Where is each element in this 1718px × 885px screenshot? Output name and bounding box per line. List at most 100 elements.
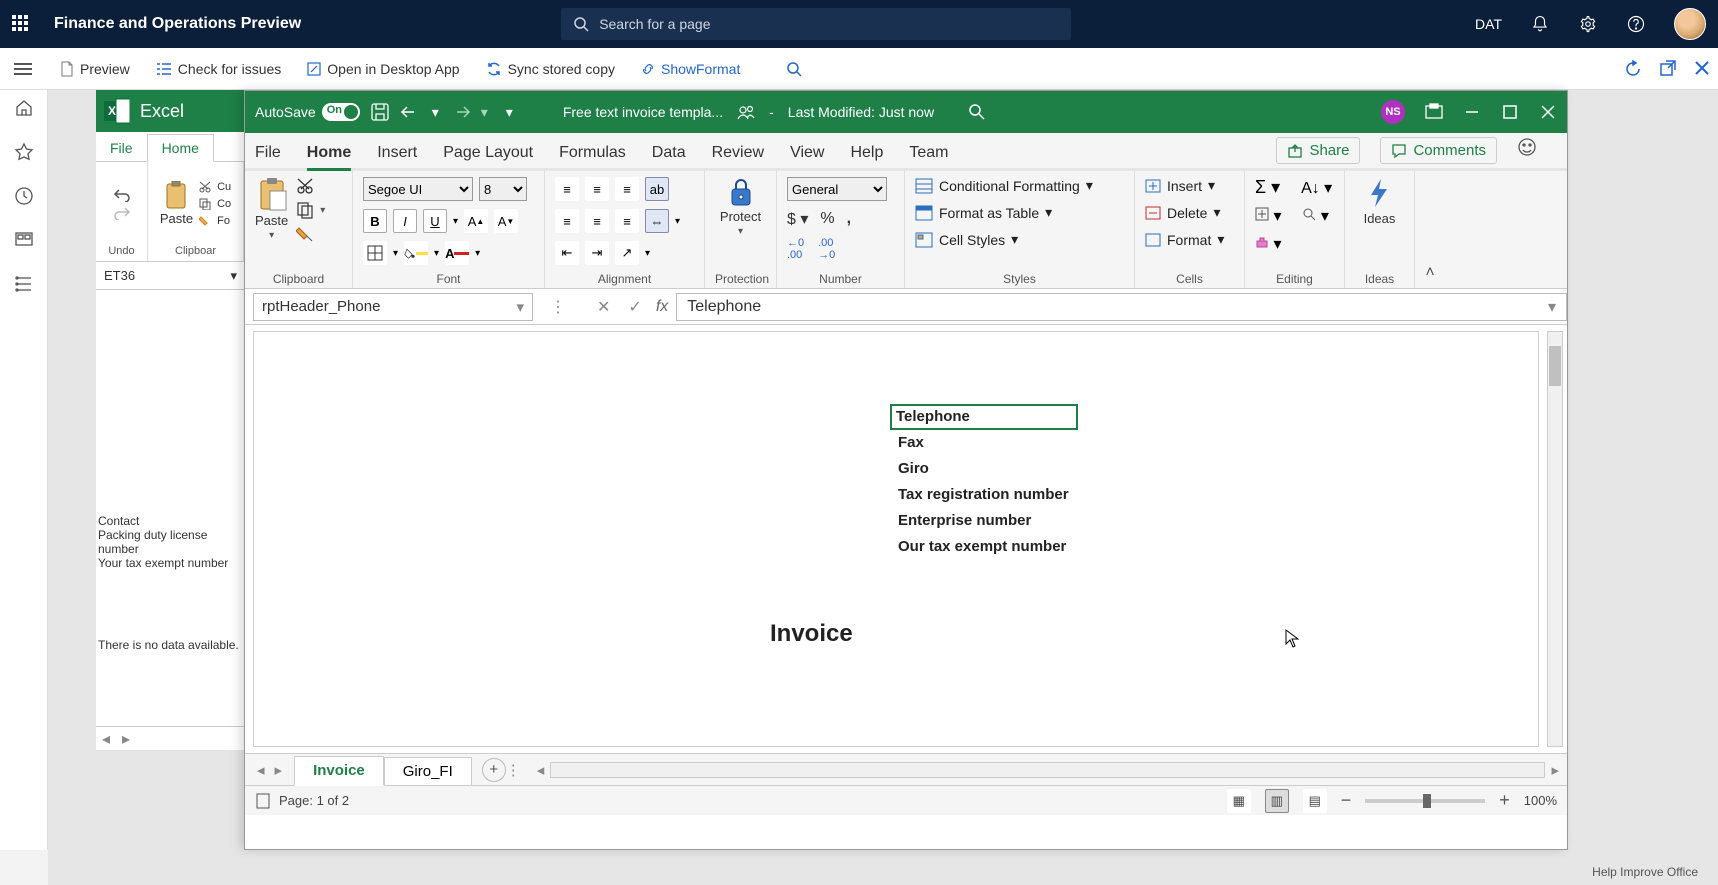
- percent-button[interactable]: %: [820, 210, 834, 228]
- clear-button[interactable]: ▾: [1255, 234, 1281, 254]
- sheet-next-icon[interactable]: ▸: [275, 761, 283, 779]
- protect-button[interactable]: Protect ▾: [720, 177, 761, 237]
- global-search-input[interactable]: Search for a page: [561, 8, 1071, 40]
- underline-button[interactable]: U: [423, 209, 447, 233]
- formula-input[interactable]: Telephone ▾: [676, 293, 1567, 321]
- cell-our-exempt[interactable]: Our tax exempt number: [894, 536, 1070, 557]
- sheet-tab-girofi[interactable]: Giro_FI: [384, 757, 472, 785]
- close-button[interactable]: [1539, 103, 1557, 121]
- font-color-button[interactable]: A: [445, 241, 469, 265]
- insert-cells-button[interactable]: Insert ▾: [1145, 177, 1215, 194]
- format-painter-web-button[interactable]: Fo: [199, 215, 231, 227]
- chevron-down-icon[interactable]: ▾: [1548, 297, 1556, 317]
- sheet-prev-icon[interactable]: ◂: [257, 761, 265, 779]
- align-top-button[interactable]: ≡: [555, 177, 579, 201]
- user-badge[interactable]: NS: [1381, 100, 1405, 124]
- titlebar-search-icon[interactable]: [968, 103, 986, 121]
- zoom-value[interactable]: 100%: [1524, 793, 1557, 808]
- font-size-select[interactable]: 8: [479, 177, 527, 201]
- cut-web-button[interactable]: Cu: [199, 181, 231, 193]
- home-icon[interactable]: [14, 98, 34, 118]
- view-normal-icon[interactable]: ▦: [1227, 789, 1251, 813]
- close-icon[interactable]: [1694, 60, 1710, 76]
- comma-button[interactable]: ,: [847, 210, 851, 228]
- qat-dropdown-icon[interactable]: ▾: [506, 104, 513, 121]
- tab-insert[interactable]: Insert: [377, 144, 417, 168]
- more-icon[interactable]: ⋮: [550, 297, 566, 317]
- find-button[interactable]: ▾: [1302, 206, 1328, 226]
- modules-icon[interactable]: [14, 274, 34, 294]
- nav-menu-icon[interactable]: [14, 63, 32, 75]
- collapse-ribbon-icon[interactable]: ˄: [1425, 264, 1434, 282]
- sheet-tab-invoice[interactable]: Invoice: [294, 756, 384, 786]
- cell-invoice-title[interactable]: Invoice: [766, 618, 857, 650]
- search-small-icon[interactable]: [786, 61, 802, 77]
- check-issues-button[interactable]: Check for issues: [156, 61, 281, 77]
- fill-color-button[interactable]: [404, 241, 428, 265]
- decrease-font-button[interactable]: A▼: [494, 209, 518, 233]
- tab-data[interactable]: Data: [652, 144, 686, 168]
- paste-web-button[interactable]: Paste: [160, 181, 193, 226]
- user-avatar[interactable]: [1674, 8, 1706, 40]
- tab-review[interactable]: Review: [712, 144, 764, 168]
- add-sheet-button[interactable]: +: [482, 758, 506, 782]
- number-format-select[interactable]: General: [787, 177, 887, 201]
- accept-formula-icon[interactable]: ✓: [628, 297, 641, 317]
- zoom-out-button[interactable]: −: [1341, 790, 1352, 811]
- format-as-table-button[interactable]: Format as Table ▾: [915, 204, 1052, 221]
- cell-fax[interactable]: Fax: [894, 432, 928, 453]
- cell-telephone[interactable]: Telephone: [890, 404, 1078, 430]
- cut-icon[interactable]: [296, 177, 314, 195]
- autosave-toggle[interactable]: AutoSave On: [255, 103, 360, 121]
- hscroll-left-icon[interactable]: ◂: [537, 761, 545, 779]
- copy-web-button[interactable]: Co: [199, 198, 231, 210]
- orientation-button[interactable]: ↗: [615, 241, 639, 265]
- help-improve-link[interactable]: Help Improve Office: [1592, 865, 1698, 879]
- gear-icon[interactable]: [1578, 14, 1598, 34]
- maximize-button[interactable]: [1501, 103, 1519, 121]
- share-button[interactable]: Share: [1276, 137, 1360, 164]
- decrease-indent-button[interactable]: ⇤: [555, 241, 579, 265]
- save-icon[interactable]: [370, 102, 390, 122]
- format-cells-button[interactable]: Format ▾: [1145, 231, 1224, 248]
- italic-button[interactable]: I: [393, 209, 417, 233]
- cell-tax-reg[interactable]: Tax registration number: [894, 484, 1073, 505]
- hscroll-right-icon[interactable]: ▸: [1551, 761, 1559, 779]
- bold-button[interactable]: B: [363, 209, 387, 233]
- minimize-button[interactable]: [1463, 103, 1481, 121]
- workspace-icon[interactable]: [14, 230, 34, 250]
- tab-home[interactable]: Home: [307, 144, 351, 171]
- help-icon[interactable]: [1626, 14, 1646, 34]
- zoom-slider[interactable]: [1365, 799, 1485, 803]
- format-painter-icon[interactable]: [296, 225, 314, 243]
- cell-styles-button[interactable]: Cell Styles ▾: [915, 231, 1018, 248]
- spreadsheet-grid[interactable]: Telephone Fax Giro Tax registration numb…: [245, 325, 1567, 753]
- borders-button[interactable]: [363, 241, 387, 265]
- merge-button[interactable]: ⇔: [645, 209, 669, 233]
- refresh-icon[interactable]: [1624, 60, 1642, 78]
- tab-home-web[interactable]: Home: [147, 134, 214, 162]
- bell-icon[interactable]: [1530, 14, 1550, 34]
- align-left-button[interactable]: ≡: [555, 209, 579, 233]
- open-desktop-button[interactable]: Open in Desktop App: [307, 61, 459, 77]
- scrollbar-web[interactable]: ◂▸: [96, 726, 245, 750]
- increase-indent-button[interactable]: ⇥: [585, 241, 609, 265]
- tab-view[interactable]: View: [790, 144, 824, 168]
- tab-file-web[interactable]: File: [96, 135, 147, 161]
- conditional-formatting-button[interactable]: Conditional Formatting ▾: [915, 177, 1093, 194]
- cell-giro[interactable]: Giro: [894, 458, 933, 479]
- fx-icon[interactable]: fx: [656, 298, 676, 316]
- increase-font-button[interactable]: A▲: [464, 209, 488, 233]
- tab-file[interactable]: File: [255, 144, 281, 168]
- tab-formulas[interactable]: Formulas: [559, 144, 626, 168]
- tab-team[interactable]: Team: [909, 144, 948, 168]
- zoom-in-button[interactable]: +: [1499, 790, 1510, 811]
- preview-button[interactable]: Preview: [60, 61, 130, 77]
- popout-icon[interactable]: [1660, 60, 1676, 76]
- app-launcher-icon[interactable]: [12, 15, 30, 33]
- comments-button[interactable]: Comments: [1380, 137, 1497, 164]
- namebox-web[interactable]: ET36 ▾: [96, 262, 245, 290]
- paste-button[interactable]: Paste ▾: [255, 177, 288, 241]
- cell-enterprise[interactable]: Enterprise number: [894, 510, 1035, 531]
- name-box[interactable]: rptHeader_Phone ▾: [253, 293, 533, 321]
